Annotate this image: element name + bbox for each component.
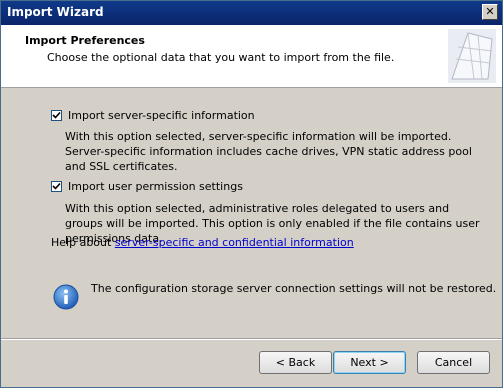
server-specific-label: Import server-specific information xyxy=(68,108,255,122)
button-separator xyxy=(1,338,502,340)
wizard-graphic-icon xyxy=(448,29,496,83)
info-message: The configuration storage server connect… xyxy=(91,282,497,295)
option-server-specific[interactable]: Import server-specific information xyxy=(51,107,255,123)
cancel-button[interactable]: Cancel xyxy=(417,351,490,374)
import-wizard-window: Import Wizard ✕ Import Preferences Choos… xyxy=(0,0,503,388)
page-title: Import Preferences xyxy=(25,34,145,47)
help-prefix: Help about xyxy=(51,236,115,249)
wizard-content: Import server-specific information With … xyxy=(1,88,502,340)
window-title: Import Wizard xyxy=(7,5,104,19)
close-button[interactable]: ✕ xyxy=(482,4,498,20)
page-subtitle: Choose the optional data that you want t… xyxy=(47,51,395,64)
user-permissions-label: Import user permission settings xyxy=(68,179,243,193)
back-button[interactable]: < Back xyxy=(259,351,332,374)
check-icon xyxy=(52,111,61,119)
close-icon: ✕ xyxy=(485,5,495,18)
user-permissions-checkbox[interactable] xyxy=(51,180,62,192)
option-user-permissions[interactable]: Import user permission settings xyxy=(51,178,243,194)
wizard-header: Import Preferences Choose the optional d… xyxy=(1,25,502,88)
server-specific-description: With this option selected, server-specif… xyxy=(65,130,472,173)
help-row: Help about server-specific and confident… xyxy=(51,236,354,249)
check-icon xyxy=(52,182,61,190)
server-specific-checkbox[interactable] xyxy=(51,109,62,121)
title-bar[interactable]: Import Wizard ✕ xyxy=(1,1,502,25)
next-button[interactable]: Next > xyxy=(333,351,406,374)
info-icon xyxy=(53,284,79,310)
help-link[interactable]: server-specific and confidential informa… xyxy=(115,236,354,249)
